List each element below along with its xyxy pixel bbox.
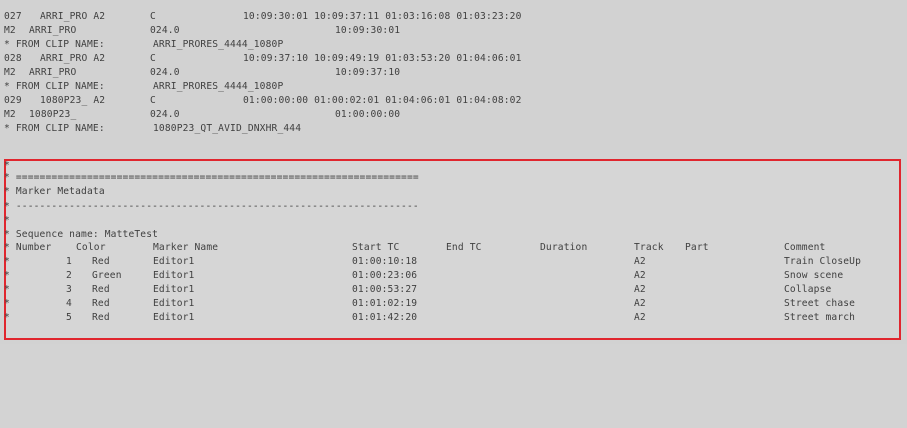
clip-name-label: * FROM CLIP NAME: <box>4 81 105 92</box>
separator-equals: * ======================================… <box>4 172 419 183</box>
marker-comment: Snow scene <box>784 270 844 281</box>
marker-row: * 2 Green Editor1 01:00:23:06 A2 Snow sc… <box>4 269 843 282</box>
marker-comment: Train CloseUp <box>784 256 862 267</box>
timecode: 10:09:30:01 <box>335 25 401 36</box>
clip-name: 1080P23_QT_AVID_DNXHR_444 <box>153 123 302 134</box>
col-track-header: Track <box>634 242 664 253</box>
marker-row: * 4 Red Editor1 01:01:02:19 A2 Street ch… <box>4 297 855 310</box>
motion-tag: M2 <box>4 109 16 120</box>
row-prefix: * <box>4 298 10 309</box>
col-marker-name-header: Marker Name <box>153 242 219 253</box>
reel-name: ARRI_PRO A2 <box>40 11 106 22</box>
marker-number: 3 <box>66 284 72 295</box>
marker-row: * 5 Red Editor1 01:01:42:20 A2 Street ma… <box>4 311 855 324</box>
reel-name: ARRI_PRO <box>29 67 77 78</box>
row-prefix: * <box>4 284 10 295</box>
reel-name: ARRI_PRO A2 <box>40 53 106 64</box>
section-title: * Marker Metadata <box>4 186 105 197</box>
speed: 024.0 <box>150 109 180 120</box>
speed: 024.0 <box>150 67 180 78</box>
marker-track: A2 <box>634 312 646 323</box>
separator-dashes: * --------------------------------------… <box>4 201 419 212</box>
col-comment-header: Comment <box>784 242 826 253</box>
row-prefix: * <box>4 270 10 281</box>
marker-start-tc: 01:00:10:18 <box>352 256 418 267</box>
marker-track: A2 <box>634 284 646 295</box>
marker-name: Editor1 <box>153 312 195 323</box>
edl-event-line: 029 1080P23_ A2 C 01:00:00:00 01:00:02:0… <box>4 94 521 107</box>
marker-color: Red <box>92 256 110 267</box>
event-number: 029 <box>4 95 22 106</box>
marker-color: Red <box>92 284 110 295</box>
timecodes: 10:09:37:10 10:09:49:19 01:03:53:20 01:0… <box>243 53 522 64</box>
timecode: 10:09:37:10 <box>335 67 401 78</box>
marker-row: * 3 Red Editor1 01:00:53:27 A2 Collapse <box>4 283 831 296</box>
col-duration-header: Duration <box>540 242 588 253</box>
marker-start-tc: 01:00:23:06 <box>352 270 418 281</box>
marker-start-tc: 01:01:02:19 <box>352 298 418 309</box>
col-part-header: Part <box>685 242 709 253</box>
edl-text-view: 027 ARRI_PRO A2 C 10:09:30:01 10:09:37:1… <box>0 0 907 344</box>
event-number: 028 <box>4 53 22 64</box>
marker-number: 5 <box>66 312 72 323</box>
edl-clip-name-line: * FROM CLIP NAME: ARRI_PRORES_4444_1080P <box>4 80 283 93</box>
col-end-tc-header: End TC <box>446 242 482 253</box>
marker-color: Red <box>92 298 110 309</box>
reel-name: 1080P23_ A2 <box>40 95 106 106</box>
row-prefix: * <box>4 312 10 323</box>
marker-number: 2 <box>66 270 72 281</box>
marker-track: A2 <box>634 270 646 281</box>
edl-clip-name-line: * FROM CLIP NAME: ARRI_PRORES_4444_1080P <box>4 38 283 51</box>
marker-row: * 1 Red Editor1 01:00:10:18 A2 Train Clo… <box>4 255 861 268</box>
edl-event-line: 027 ARRI_PRO A2 C 10:09:30:01 10:09:37:1… <box>4 10 521 23</box>
marker-color: Red <box>92 312 110 323</box>
marker-table-header: * Number Color Marker Name Start TC End … <box>4 241 825 254</box>
motion-tag: M2 <box>4 25 16 36</box>
edl-motion-line: M2 ARRI_PRO 024.0 10:09:37:10 <box>4 66 400 79</box>
transition-type: C <box>150 53 156 64</box>
marker-name: Editor1 <box>153 298 195 309</box>
clip-name: ARRI_PRORES_4444_1080P <box>153 39 284 50</box>
clip-name: ARRI_PRORES_4444_1080P <box>153 81 284 92</box>
motion-tag: M2 <box>4 67 16 78</box>
reel-name: 1080P23_ <box>29 109 77 120</box>
marker-comment: Collapse <box>784 284 832 295</box>
col-start-tc-header: Start TC <box>352 242 400 253</box>
speed: 024.0 <box>150 25 180 36</box>
edl-clip-name-line: * FROM CLIP NAME: 1080P23_QT_AVID_DNXHR_… <box>4 122 301 135</box>
col-number-header: * Number <box>4 242 52 253</box>
edl-event-line: 028 ARRI_PRO A2 C 10:09:37:10 10:09:49:1… <box>4 52 521 65</box>
marker-track: A2 <box>634 256 646 267</box>
clip-name-label: * FROM CLIP NAME: <box>4 39 105 50</box>
comment-star: * <box>4 215 10 226</box>
transition-type: C <box>150 11 156 22</box>
marker-comment: Street chase <box>784 298 856 309</box>
marker-start-tc: 01:01:42:20 <box>352 312 418 323</box>
timecodes: 01:00:00:00 01:00:02:01 01:04:06:01 01:0… <box>243 95 522 106</box>
marker-color: Green <box>92 270 122 281</box>
row-prefix: * <box>4 256 10 267</box>
marker-start-tc: 01:00:53:27 <box>352 284 418 295</box>
marker-name: Editor1 <box>153 270 195 281</box>
marker-number: 4 <box>66 298 72 309</box>
marker-name: Editor1 <box>153 256 195 267</box>
event-number: 027 <box>4 11 22 22</box>
transition-type: C <box>150 95 156 106</box>
timecode: 01:00:00:00 <box>335 109 401 120</box>
sequence-name-line: * Sequence name: MatteTest <box>4 229 159 240</box>
col-color-header: Color <box>76 242 106 253</box>
marker-number: 1 <box>66 256 72 267</box>
marker-name: Editor1 <box>153 284 195 295</box>
reel-name: ARRI_PRO <box>29 25 77 36</box>
edl-motion-line: M2 1080P23_ 024.0 01:00:00:00 <box>4 108 400 121</box>
edl-motion-line: M2 ARRI_PRO 024.0 10:09:30:01 <box>4 24 400 37</box>
marker-comment: Street march <box>784 312 856 323</box>
clip-name-label: * FROM CLIP NAME: <box>4 123 105 134</box>
marker-track: A2 <box>634 298 646 309</box>
timecodes: 10:09:30:01 10:09:37:11 01:03:16:08 01:0… <box>243 11 522 22</box>
